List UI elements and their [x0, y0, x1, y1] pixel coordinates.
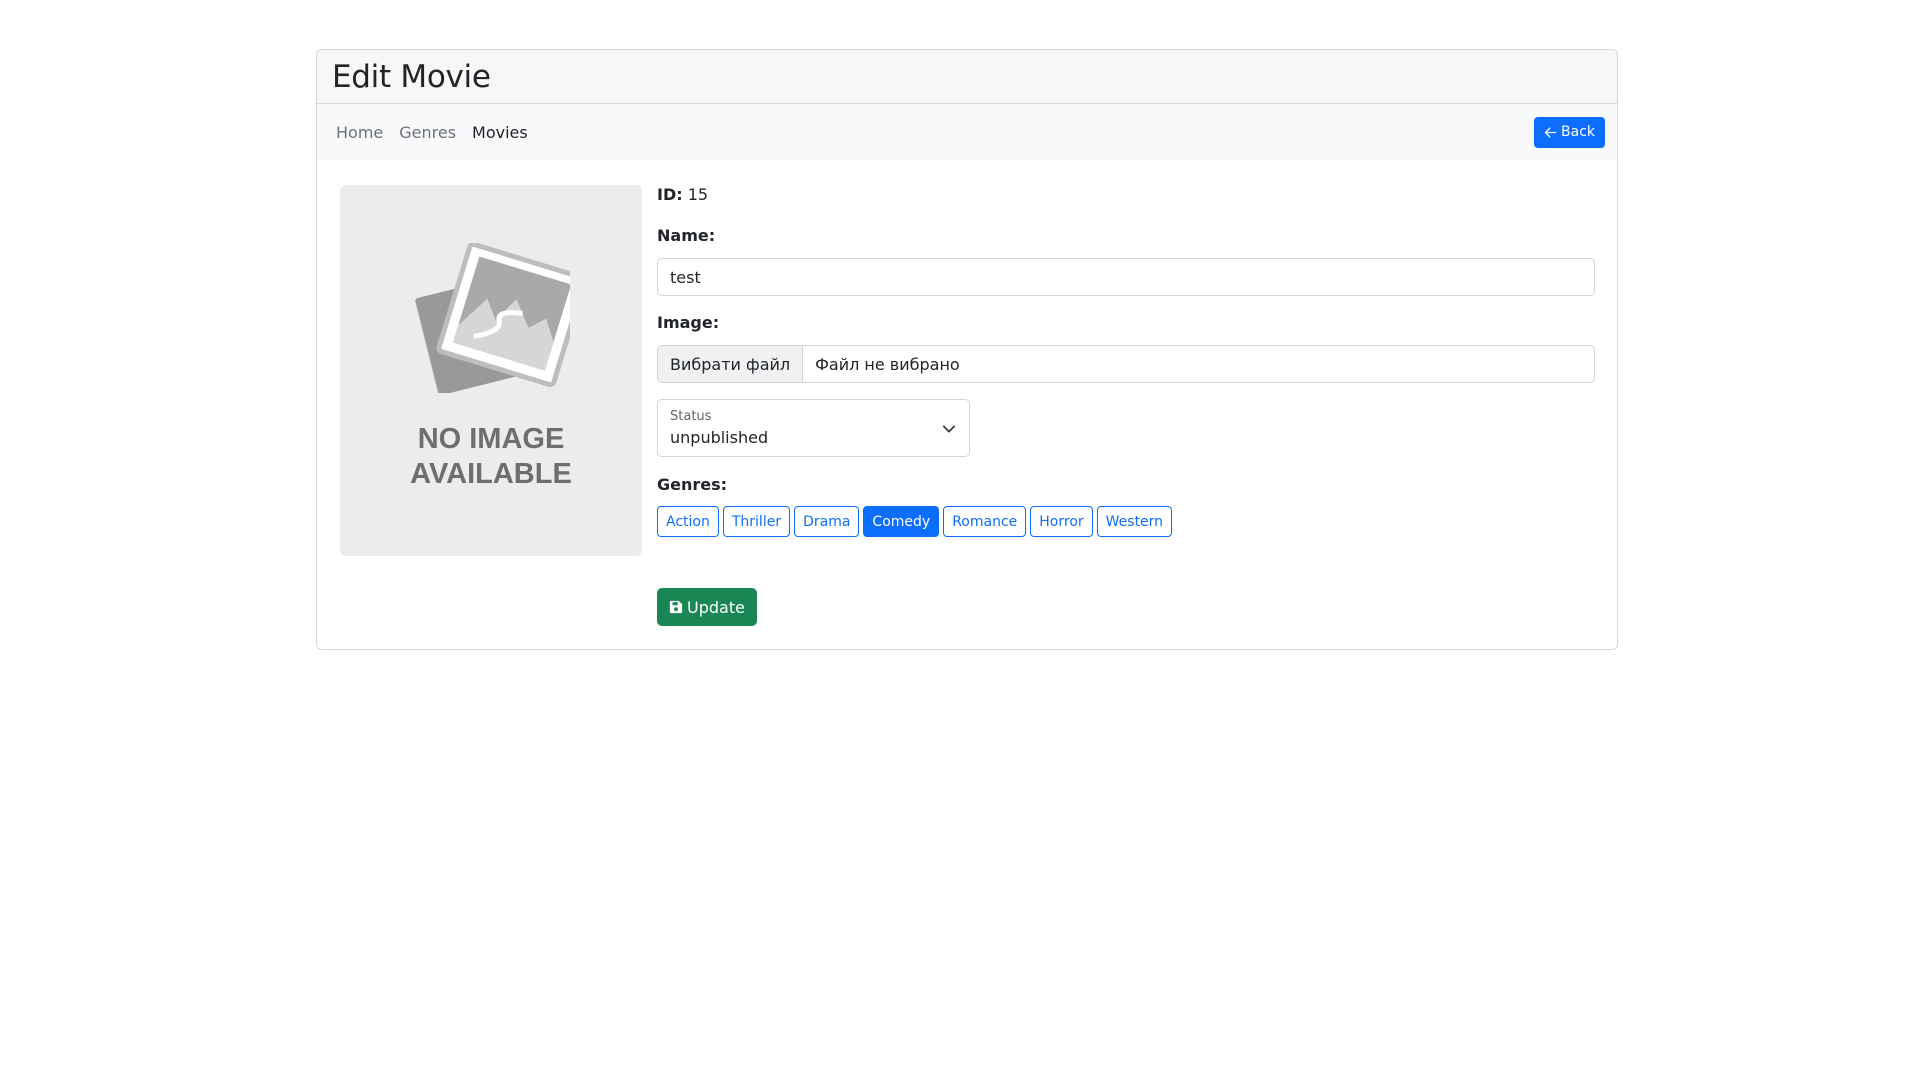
genre-drama-button[interactable]: Drama: [794, 506, 860, 537]
back-button-label: Back: [1561, 124, 1595, 140]
name-input[interactable]: [657, 258, 1595, 296]
image-file-input[interactable]: Вибрати файл Файл не вибрано: [657, 345, 1595, 383]
card-header: Edit Movie: [317, 50, 1617, 104]
genres-group: Action Thriller Drama Comedy Romance Hor…: [657, 506, 1173, 537]
save-icon: [669, 600, 683, 614]
genre-comedy-button[interactable]: Comedy: [863, 506, 940, 537]
id-row: ID: 15: [657, 185, 708, 204]
id-label: ID:: [657, 185, 683, 204]
edit-movie-card: Edit Movie Home Genres Movies Back NO IM…: [316, 49, 1618, 650]
back-button[interactable]: Back: [1534, 116, 1605, 148]
no-image-placeholder: NO IMAGE AVAILABLE: [340, 185, 642, 556]
no-image-line-2: AVAILABLE: [410, 458, 572, 490]
nav-link-genres[interactable]: Genres: [399, 123, 456, 142]
page-title: Edit Movie: [332, 58, 491, 95]
genre-horror-button[interactable]: Horror: [1030, 506, 1093, 537]
nav-link-movies[interactable]: Movies: [472, 123, 528, 142]
no-image-text: NO IMAGE AVAILABLE: [340, 422, 642, 492]
update-button-label: Update: [687, 597, 745, 617]
genre-thriller-button[interactable]: Thriller: [722, 506, 791, 537]
genre-romance-button[interactable]: Romance: [943, 506, 1027, 537]
name-label: Name:: [657, 226, 716, 245]
update-button[interactable]: Update: [657, 588, 757, 626]
status-select-label: Status: [670, 409, 712, 424]
image-label: Image:: [657, 313, 720, 332]
no-image-line-1: NO IMAGE: [417, 423, 565, 455]
photo-icon: [415, 243, 570, 393]
status-select[interactable]: Status unpublished: [657, 399, 970, 457]
file-status-text: Файл не вибрано: [815, 354, 960, 374]
status-select-value: unpublished: [670, 428, 769, 447]
genre-action-button[interactable]: Action: [657, 506, 719, 537]
genre-western-button[interactable]: Western: [1096, 506, 1173, 537]
genres-label: Genres:: [657, 475, 728, 494]
nav-link-home[interactable]: Home: [336, 123, 383, 142]
choose-file-button[interactable]: Вибрати файл: [658, 346, 804, 382]
chevron-down-icon: [942, 425, 956, 433]
nav-links: Home Genres Movies: [336, 123, 544, 142]
arrow-left-icon: [1544, 126, 1557, 138]
id-value: 15: [687, 185, 709, 204]
navbar: Home Genres Movies Back: [317, 104, 1617, 160]
